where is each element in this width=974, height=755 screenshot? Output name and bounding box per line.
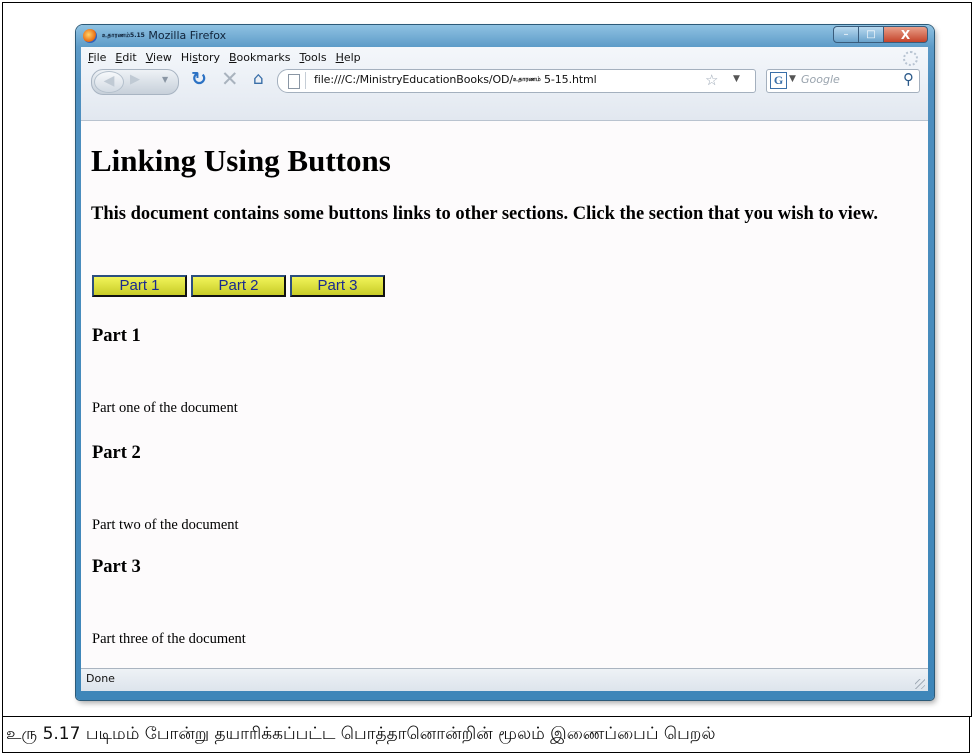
- menu-history-label: tory: [197, 51, 220, 64]
- page-intro: This document contains some buttons link…: [91, 204, 878, 224]
- back-forward-group: ◀ ▶ ▼: [91, 69, 179, 95]
- window-title: உதாரணம்5.15 Mozilla Firefox: [102, 29, 226, 42]
- stop-icon[interactable]: ✕: [221, 67, 239, 91]
- menu-file-label: ile: [93, 51, 107, 64]
- url-separator: [305, 72, 306, 89]
- menu-file[interactable]: File: [84, 49, 111, 67]
- navigation-bar: ◀ ▶ ▼ ↻ ✕ ⌂ file:///C:/MinistryEducation…: [81, 67, 928, 95]
- menu-bookmarks-key: B: [229, 51, 237, 64]
- page-heading: Linking Using Buttons: [91, 143, 391, 178]
- menu-tools[interactable]: Tools: [295, 49, 331, 67]
- part-1-button[interactable]: Part 1: [92, 275, 187, 297]
- bookmark-star-icon[interactable]: ☆: [705, 71, 718, 89]
- menu-tools-label: ools: [304, 51, 327, 64]
- search-icon[interactable]: ⚲: [903, 70, 914, 88]
- menu-bar: File Edit View History Bookmarks Tools H…: [84, 49, 366, 67]
- url-suffix: 5-15.html: [540, 73, 597, 86]
- section-2-heading: Part 2: [92, 443, 141, 463]
- title-bar[interactable]: உதாரணம்5.15 Mozilla Firefox – □ X: [76, 25, 934, 47]
- figure-caption: உரு 5.17 படிமம் போன்று தயாரிக்கப்பட்ட பொ…: [2, 716, 970, 753]
- url-dropdown-icon[interactable]: ▼: [733, 74, 740, 84]
- page-content: Linking Using Buttons This document cont…: [81, 121, 928, 668]
- menu-history-pre: Hi: [180, 51, 193, 64]
- section-2-text: Part two of the document: [92, 517, 239, 533]
- section-3-heading: Part 3: [92, 557, 141, 577]
- menu-help-label: elp: [343, 51, 361, 64]
- history-dropdown-icon[interactable]: ▼: [162, 75, 168, 84]
- part-3-button[interactable]: Part 3: [290, 275, 385, 297]
- close-button[interactable]: X: [884, 26, 928, 43]
- section-1-heading: Part 1: [92, 326, 141, 346]
- menu-help[interactable]: Help: [332, 49, 366, 67]
- status-text: Done: [86, 672, 115, 685]
- window-title-tamil: உதாரணம்5.15: [102, 32, 145, 39]
- menu-view-key: V: [145, 51, 154, 64]
- throbber-icon: [903, 51, 918, 66]
- menu-view-label: iew: [153, 51, 172, 64]
- google-engine-icon[interactable]: G: [770, 72, 787, 89]
- menu-edit[interactable]: Edit: [111, 49, 141, 67]
- status-bar: Done: [81, 668, 928, 691]
- search-engine-dropdown-icon[interactable]: ▼: [789, 74, 796, 84]
- section-3-text: Part three of the document: [92, 631, 246, 647]
- menu-edit-label: dit: [122, 51, 137, 64]
- search-bar[interactable]: G ▼ Google ⚲: [766, 69, 920, 93]
- url-tamil: உதாரணம்: [513, 76, 541, 83]
- back-button[interactable]: ◀: [94, 71, 124, 93]
- window-controls: – □ X: [833, 26, 928, 44]
- minimize-button[interactable]: –: [833, 26, 859, 43]
- menu-bookmarks[interactable]: Bookmarks: [225, 49, 295, 67]
- url-prefix: file:///C:/MinistryEducationBooks/OD/: [314, 73, 514, 86]
- search-placeholder: Google: [801, 73, 840, 86]
- section-1-text: Part one of the document: [92, 400, 238, 416]
- maximize-button[interactable]: □: [859, 26, 884, 43]
- part-2-button[interactable]: Part 2: [191, 275, 286, 297]
- firefox-icon: [83, 29, 97, 43]
- menu-help-key: H: [335, 51, 344, 64]
- browser-toolbar: File Edit View History Bookmarks Tools H…: [81, 47, 928, 121]
- resize-grip-icon[interactable]: [915, 679, 925, 689]
- address-bar[interactable]: file:///C:/MinistryEducationBooks/OD/உதா…: [277, 69, 756, 93]
- window-title-app: Mozilla Firefox: [148, 29, 227, 42]
- home-icon[interactable]: ⌂: [253, 69, 264, 89]
- section-button-row: Part 1 Part 2 Part 3: [92, 275, 389, 297]
- menu-bookmarks-label: ookmarks: [236, 51, 291, 64]
- figure-frame: உதாரணம்5.15 Mozilla Firefox – □ X File E…: [2, 2, 972, 717]
- forward-button[interactable]: ▶: [130, 72, 140, 87]
- browser-window: உதாரணம்5.15 Mozilla Firefox – □ X File E…: [76, 25, 934, 700]
- menu-history[interactable]: History: [177, 49, 225, 67]
- menu-view[interactable]: View: [142, 49, 177, 67]
- page-icon: [288, 74, 300, 89]
- url-text[interactable]: file:///C:/MinistryEducationBooks/OD/உதா…: [314, 73, 597, 86]
- reload-icon[interactable]: ↻: [191, 68, 207, 90]
